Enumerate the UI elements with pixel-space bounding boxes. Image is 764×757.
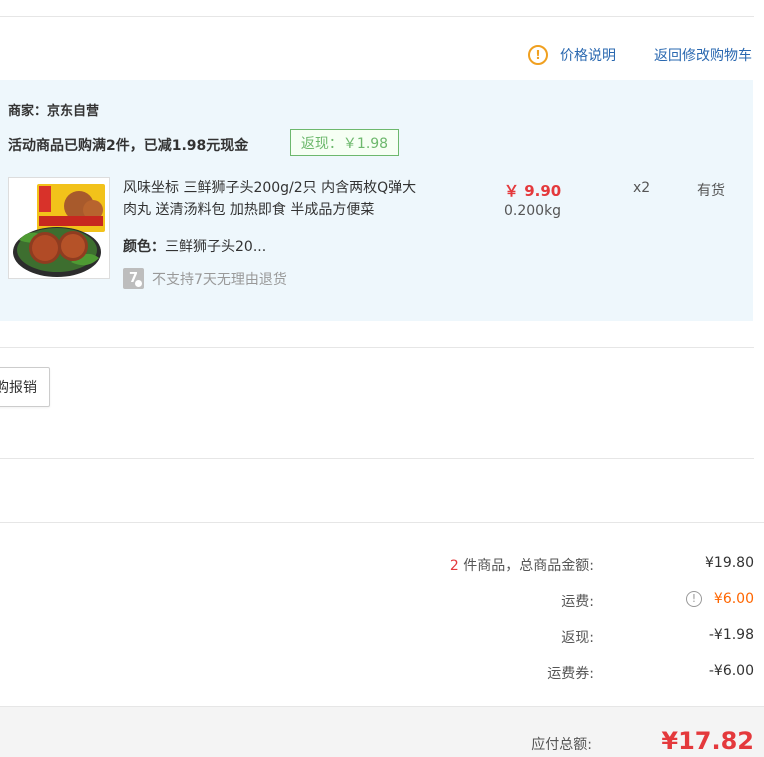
reimburse-button[interactable]: 购报销 <box>0 367 50 407</box>
product-panel: 商家：京东自营 活动商品已购满2件，已减1.98元现金 返现：￥1.98 风味坐… <box>0 80 753 321</box>
shipping-value: ¥6.00 <box>713 591 754 607</box>
total-value: ¥17.82 <box>661 727 754 755</box>
return-policy-text: 不支持7天无理由退货 <box>152 271 287 288</box>
promotion-text: 活动商品已购满2件，已减1.98元现金 <box>8 138 249 154</box>
section-divider-3 <box>0 522 764 523</box>
price-info-link[interactable]: 价格说明 <box>560 45 616 65</box>
product-color: 颜色：三鲜狮子头20... <box>123 236 266 256</box>
rebate-label: 返现: <box>561 630 594 646</box>
color-label: 颜色： <box>123 239 165 255</box>
top-divider <box>0 16 754 17</box>
section-divider-1 <box>0 347 754 348</box>
product-price: ￥ 9.90 <box>504 182 562 200</box>
shipping-label: 运费: <box>561 594 594 610</box>
section-divider-2 <box>0 458 754 459</box>
shipping-value-wrap: ! ¥6.00 <box>685 591 754 607</box>
product-name-link[interactable]: 风味坐标 三鲜狮子头200g/2只 内含两枚Q弹大肉丸 送清汤料包 加热即食 半… <box>123 177 423 221</box>
total-label: 应付总额: <box>531 737 592 753</box>
top-links: ! 价格说明 返回修改购物车 <box>528 44 752 66</box>
coupon-value: -¥6.00 <box>708 663 754 679</box>
goods-value: ¥19.80 <box>705 555 754 571</box>
return-policy: 7 不支持7天无理由退货 <box>123 268 287 289</box>
price-info-icon[interactable]: ! <box>528 45 548 65</box>
goods-label: 2 件商品，总商品金额: <box>450 555 594 575</box>
summary-rebate-row: 返现: -¥1.98 <box>0 625 764 647</box>
rebate-badge: 返现：￥1.98 <box>290 129 399 156</box>
seller-label: 商家：京东自营 <box>8 104 100 119</box>
coupon-label: 运费券: <box>547 666 594 682</box>
product-stock: 有货 <box>697 183 725 199</box>
back-to-cart-link[interactable]: 返回修改购物车 <box>654 45 752 65</box>
goods-count: 2 <box>449 558 459 574</box>
shipping-info-icon[interactable]: ! <box>685 591 702 607</box>
product-quantity: x2 <box>633 180 651 196</box>
no-7day-return-icon: 7 <box>123 268 144 289</box>
color-value: 三鲜狮子头20... <box>165 239 267 255</box>
total-bar: 应付总额: ¥17.82 <box>0 706 764 757</box>
summary-coupon-row: 运费券: -¥6.00 <box>0 661 764 683</box>
summary-goods-row: 2 件商品，总商品金额: ¥19.80 <box>0 553 764 575</box>
product-weight: 0.200kg <box>504 203 562 219</box>
product-image <box>9 178 109 278</box>
summary-shipping-row: 运费: ! ¥6.00 <box>0 589 764 611</box>
product-thumbnail[interactable] <box>8 177 110 279</box>
goods-label-text: 件商品，总商品金额: <box>458 558 594 574</box>
rebate-value: -¥1.98 <box>708 627 754 643</box>
